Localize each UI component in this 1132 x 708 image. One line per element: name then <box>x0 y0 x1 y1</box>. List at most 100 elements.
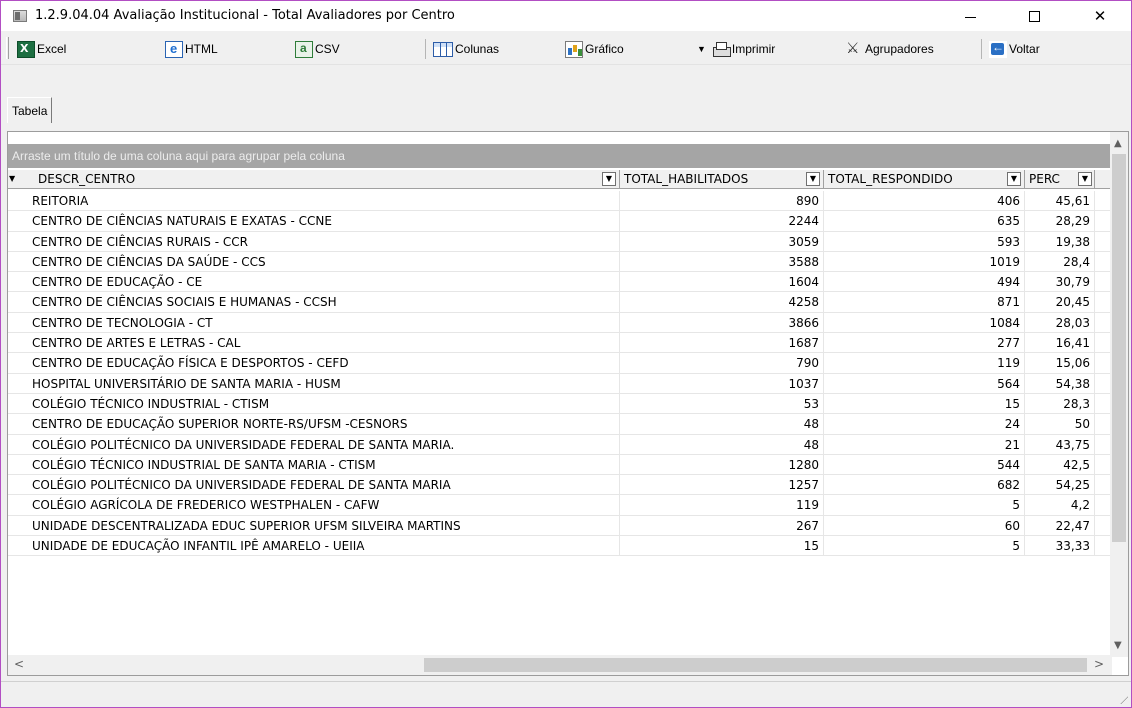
cell-total-respondido[interactable]: 1084 <box>824 312 1025 333</box>
cell-total-habilitados[interactable]: 3866 <box>620 312 824 333</box>
cell-descr-centro[interactable]: UNIDADE DE EDUCAÇÃO INFANTIL IPÊ AMARELO… <box>8 536 620 557</box>
cell-descr-centro[interactable]: UNIDADE DESCENTRALIZADA EDUC SUPERIOR UF… <box>8 515 620 536</box>
csv-button[interactable]: CSV <box>295 39 340 59</box>
cell-total-habilitados[interactable]: 48 <box>620 434 824 455</box>
cell-descr-centro[interactable]: COLÉGIO TÉCNICO INDUSTRIAL - CTISM <box>8 393 620 414</box>
filter-dropdown-icon[interactable]: ▼ <box>602 172 616 186</box>
dropdown-arrow-icon[interactable]: ▼ <box>697 44 706 54</box>
toolbar-grip[interactable] <box>6 37 9 59</box>
table-row[interactable]: REITORIA 890 406 45,61 <box>8 191 1112 212</box>
table-row[interactable]: CENTRO DE CIÊNCIAS RURAIS - CCR 3059 593 19… <box>8 231 1112 252</box>
cell-descr-centro[interactable]: CENTRO DE CIÊNCIAS NATURAIS E EXATAS - C… <box>8 211 620 232</box>
cell-descr-centro[interactable]: CENTRO DE EDUCAÇÃO - CE <box>8 272 620 293</box>
cell-descr-centro[interactable]: CENTRO DE EDUCAÇÃO SUPERIOR NORTE-RS/UFS… <box>8 414 620 435</box>
cell-descr-centro[interactable]: REITORIA <box>8 191 620 211</box>
vertical-scrollbar[interactable]: ▲ ▼ <box>1110 132 1128 657</box>
vertical-scroll-thumb[interactable] <box>1112 154 1126 542</box>
table-row[interactable]: COLÉGIO POLITÉCNICO DA UNIVERSIDADE FEDE… <box>8 434 1112 455</box>
cell-total-habilitados[interactable]: 53 <box>620 393 824 414</box>
cell-perc[interactable]: 30,79 <box>1025 272 1095 293</box>
filter-dropdown-icon[interactable]: ▼ <box>1078 172 1092 186</box>
table-row[interactable]: HOSPITAL UNIVERSITÁRIO DE SANTA MARIA - … <box>8 373 1112 394</box>
cell-perc[interactable]: 28,03 <box>1025 312 1095 333</box>
excel-button[interactable]: Excel <box>17 39 66 59</box>
horizontal-scrollbar[interactable]: < > <box>8 655 1112 675</box>
cell-total-respondido[interactable]: 5 <box>824 536 1025 557</box>
table-row[interactable]: COLÉGIO TÉCNICO INDUSTRIAL - CTISM 53 15 28… <box>8 393 1112 415</box>
cell-total-respondido[interactable]: 24 <box>824 414 1025 435</box>
cell-descr-centro[interactable]: CENTRO DE CIÊNCIAS SOCIAIS E HUMANAS - C… <box>8 292 620 313</box>
filter-dropdown-icon[interactable]: ▼ <box>806 172 820 186</box>
cell-perc[interactable]: 54,38 <box>1025 373 1095 394</box>
table-row[interactable]: COLÉGIO TÉCNICO INDUSTRIAL DE SANTA MARI… <box>8 454 1112 476</box>
table-row[interactable]: UNIDADE DE EDUCAÇÃO INFANTIL IPÊ AMARELO… <box>8 536 1112 557</box>
cell-perc[interactable]: 28,29 <box>1025 211 1095 232</box>
tab-tabela[interactable]: Tabela <box>7 97 53 123</box>
colunas-button[interactable]: Colunas <box>433 39 499 59</box>
cell-total-habilitados[interactable]: 1037 <box>620 373 824 394</box>
grafico-button[interactable]: Gráfico <box>565 39 624 59</box>
cell-total-respondido[interactable]: 635 <box>824 211 1025 232</box>
table-row[interactable]: COLÉGIO POLITÉCNICO DA UNIVERSIDADE FEDE… <box>8 475 1112 496</box>
cell-perc[interactable]: 19,38 <box>1025 231 1095 252</box>
imprimir-button[interactable]: ▼ Imprimir <box>697 39 775 59</box>
table-row[interactable]: UNIDADE DESCENTRALIZADA EDUC SUPERIOR UF… <box>8 515 1112 537</box>
cell-descr-centro[interactable]: CENTRO DE CIÊNCIAS RURAIS - CCR <box>8 231 620 252</box>
cell-perc[interactable]: 16,41 <box>1025 333 1095 354</box>
table-row[interactable]: CENTRO DE EDUCAÇÃO FÍSICA E DESPORTOS - … <box>8 353 1112 374</box>
scroll-down-icon[interactable]: ▼ <box>1114 640 1122 651</box>
table-row[interactable]: CENTRO DE TECNOLOGIA - CT 3866 1084 28,03 <box>8 312 1112 334</box>
table-row[interactable]: CENTRO DE EDUCAÇÃO SUPERIOR NORTE-RS/UFS… <box>8 414 1112 435</box>
cell-total-respondido[interactable]: 406 <box>824 191 1025 211</box>
maximize-button[interactable] <box>1011 1 1057 31</box>
cell-total-habilitados[interactable]: 267 <box>620 515 824 536</box>
table-row[interactable]: CENTRO DE CIÊNCIAS NATURAIS E EXATAS - C… <box>8 211 1112 232</box>
cell-total-habilitados[interactable]: 1280 <box>620 454 824 475</box>
cell-total-habilitados[interactable]: 3588 <box>620 251 824 272</box>
cell-descr-centro[interactable]: COLÉGIO AGRÍCOLA DE FREDERICO WESTPHALEN… <box>8 495 620 516</box>
cell-total-habilitados[interactable]: 890 <box>620 191 824 211</box>
cell-total-respondido[interactable]: 593 <box>824 231 1025 252</box>
cell-descr-centro[interactable]: CENTRO DE TECNOLOGIA - CT <box>8 312 620 333</box>
cell-total-habilitados[interactable]: 3059 <box>620 231 824 252</box>
cell-total-respondido[interactable]: 544 <box>824 454 1025 475</box>
cell-descr-centro[interactable]: COLÉGIO POLITÉCNICO DA UNIVERSIDADE FEDE… <box>8 434 620 455</box>
agrupadores-button[interactable]: Agrupadores <box>845 39 934 59</box>
table-row[interactable]: CENTRO DE CIÊNCIAS SOCIAIS E HUMANAS - C… <box>8 292 1112 313</box>
row-indicator-icon[interactable]: ▼ <box>9 174 15 183</box>
cell-total-respondido[interactable]: 1019 <box>824 251 1025 272</box>
cell-total-respondido[interactable]: 60 <box>824 515 1025 536</box>
cell-perc[interactable]: 42,5 <box>1025 454 1095 475</box>
cell-total-respondido[interactable]: 682 <box>824 475 1025 496</box>
cell-total-respondido[interactable]: 119 <box>824 353 1025 374</box>
cell-total-habilitados[interactable]: 2244 <box>620 211 824 232</box>
cell-perc[interactable]: 50 <box>1025 414 1095 435</box>
cell-total-respondido[interactable]: 15 <box>824 393 1025 414</box>
cell-descr-centro[interactable]: CENTRO DE ARTES E LETRAS - CAL <box>8 333 620 354</box>
html-button[interactable]: HTML <box>165 39 218 59</box>
cell-perc[interactable]: 45,61 <box>1025 191 1095 211</box>
cell-perc[interactable]: 22,47 <box>1025 515 1095 536</box>
cell-descr-centro[interactable]: HOSPITAL UNIVERSITÁRIO DE SANTA MARIA - … <box>8 373 620 394</box>
cell-total-respondido[interactable]: 277 <box>824 333 1025 354</box>
voltar-button[interactable]: Voltar <box>989 39 1040 59</box>
cell-total-habilitados[interactable]: 48 <box>620 414 824 435</box>
minimize-button[interactable] <box>947 1 993 31</box>
table-row[interactable]: CENTRO DE CIÊNCIAS DA SAÚDE - CCS 3588 101… <box>8 251 1112 273</box>
cell-perc[interactable]: 15,06 <box>1025 353 1095 374</box>
close-button[interactable]: ✕ <box>1077 1 1123 31</box>
cell-total-habilitados[interactable]: 1257 <box>620 475 824 496</box>
cell-total-habilitados[interactable]: 1604 <box>620 272 824 293</box>
table-row[interactable]: COLÉGIO AGRÍCOLA DE FREDERICO WESTPHALEN… <box>8 495 1112 516</box>
filter-dropdown-icon[interactable]: ▼ <box>1007 172 1021 186</box>
cell-perc[interactable]: 4,2 <box>1025 495 1095 516</box>
group-by-panel[interactable]: Arraste um título de uma coluna aqui par… <box>8 144 1112 168</box>
scroll-left-icon[interactable]: < <box>14 657 24 671</box>
horizontal-scroll-thumb[interactable] <box>424 658 1087 672</box>
scroll-right-icon[interactable]: > <box>1094 657 1104 671</box>
cell-total-habilitados[interactable]: 4258 <box>620 292 824 313</box>
cell-total-respondido[interactable]: 494 <box>824 272 1025 293</box>
column-header-total-respondido[interactable]: TOTAL_RESPONDIDO <box>824 170 1025 189</box>
column-header-total-habilitados[interactable]: TOTAL_HABILITADOS <box>620 170 824 189</box>
cell-descr-centro[interactable]: COLÉGIO TÉCNICO INDUSTRIAL DE SANTA MARI… <box>8 454 620 475</box>
